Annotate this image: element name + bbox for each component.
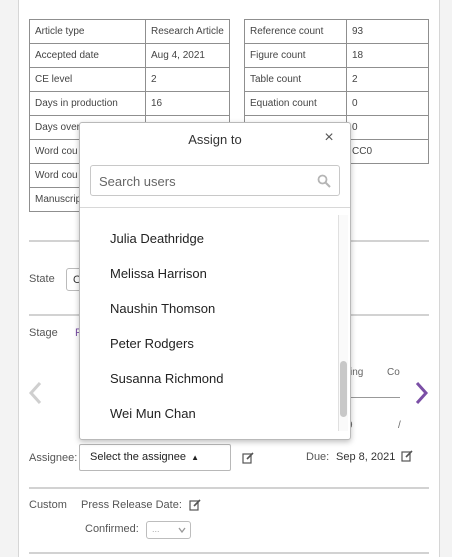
table-row: Reference count 93 [244, 19, 429, 44]
user-list-scrollbar[interactable] [338, 215, 348, 431]
metadata-value: Aug 4, 2021 [145, 43, 230, 68]
confirmed-select-value: ... [152, 524, 160, 534]
user-list: Julia Deathridge Melissa Harrison Naushi… [80, 215, 338, 437]
metadata-value: 16 [145, 91, 230, 116]
metadata-key: Days in production [29, 91, 146, 116]
stage-progress-line [350, 397, 400, 398]
chevron-left-icon[interactable] [28, 380, 44, 406]
user-option[interactable]: Peter Rodgers [110, 336, 194, 351]
state-label: State [29, 273, 55, 285]
confirmed-label: Confirmed: [85, 523, 139, 535]
scrollbar-thumb[interactable] [340, 361, 347, 417]
due-label: Due: [306, 451, 330, 463]
table-row: Table count 2 [244, 67, 429, 92]
metadata-value: Research Article [145, 19, 230, 44]
assignee-label: Assignee: [29, 452, 78, 464]
metadata-value: 0 [346, 115, 429, 140]
chevron-down-icon [178, 527, 186, 533]
search-box [90, 165, 340, 196]
confirmed-select[interactable]: ... [146, 521, 191, 539]
user-option[interactable]: Wei Mun Chan [110, 406, 196, 421]
metadata-value: 2 [145, 67, 230, 92]
metadata-key: Equation count [244, 91, 347, 116]
close-icon[interactable]: × [322, 130, 336, 146]
metadata-value: CC0 [346, 139, 429, 164]
table-row: Accepted date Aug 4, 2021 [29, 43, 230, 68]
user-option[interactable]: Melissa Harrison [110, 266, 207, 281]
chevron-right-icon[interactable] [413, 380, 429, 406]
metadata-value: 93 [346, 19, 429, 44]
popup-divider [80, 207, 350, 208]
search-icon [317, 174, 331, 188]
metadata-value: 0 [346, 91, 429, 116]
due-date: Sep 8, 2021 [336, 451, 396, 463]
edit-icon[interactable] [401, 450, 413, 462]
metadata-value: 2 [346, 67, 429, 92]
user-option[interactable]: Susanna Richmond [110, 371, 223, 386]
assignee-select-value: Select the assignee [90, 451, 187, 463]
custom-label: Custom [29, 499, 67, 511]
caret-up-icon: ▲ [191, 453, 199, 462]
metadata-key: CE level [29, 67, 146, 92]
table-row: Article type Research Article [29, 19, 230, 44]
popup-title: Assign to [188, 132, 242, 147]
metadata-key: Article type [29, 19, 146, 44]
user-option[interactable]: Julia Deathridge [110, 231, 204, 246]
user-option[interactable]: Naushin Thomson [110, 301, 215, 316]
stage-step-label: ing [350, 367, 364, 378]
metadata-key: Accepted date [29, 43, 146, 68]
metadata-key: Reference count [244, 19, 347, 44]
table-row: Days in production 16 [29, 91, 230, 116]
edit-icon[interactable] [242, 452, 254, 464]
stage-label: Stage [29, 327, 58, 339]
metadata-key: Table count [244, 67, 347, 92]
search-input[interactable] [99, 171, 309, 191]
edit-icon[interactable] [189, 499, 201, 511]
section-divider [29, 487, 429, 489]
metadata-value: 18 [346, 43, 429, 68]
assign-to-popup: Assign to × Julia Deathridge Melissa Har… [79, 122, 351, 440]
table-row: Figure count 18 [244, 43, 429, 68]
press-release-label: Press Release Date: [81, 499, 182, 511]
metadata-key: Figure count [244, 43, 347, 68]
section-divider [29, 552, 429, 554]
table-row: CE level 2 [29, 67, 230, 92]
stage-step-date: / [398, 420, 401, 431]
table-row: Equation count 0 [244, 91, 429, 116]
stage-step-label: Co [387, 367, 400, 378]
assignee-select[interactable]: Select the assignee ▲ [79, 444, 231, 471]
